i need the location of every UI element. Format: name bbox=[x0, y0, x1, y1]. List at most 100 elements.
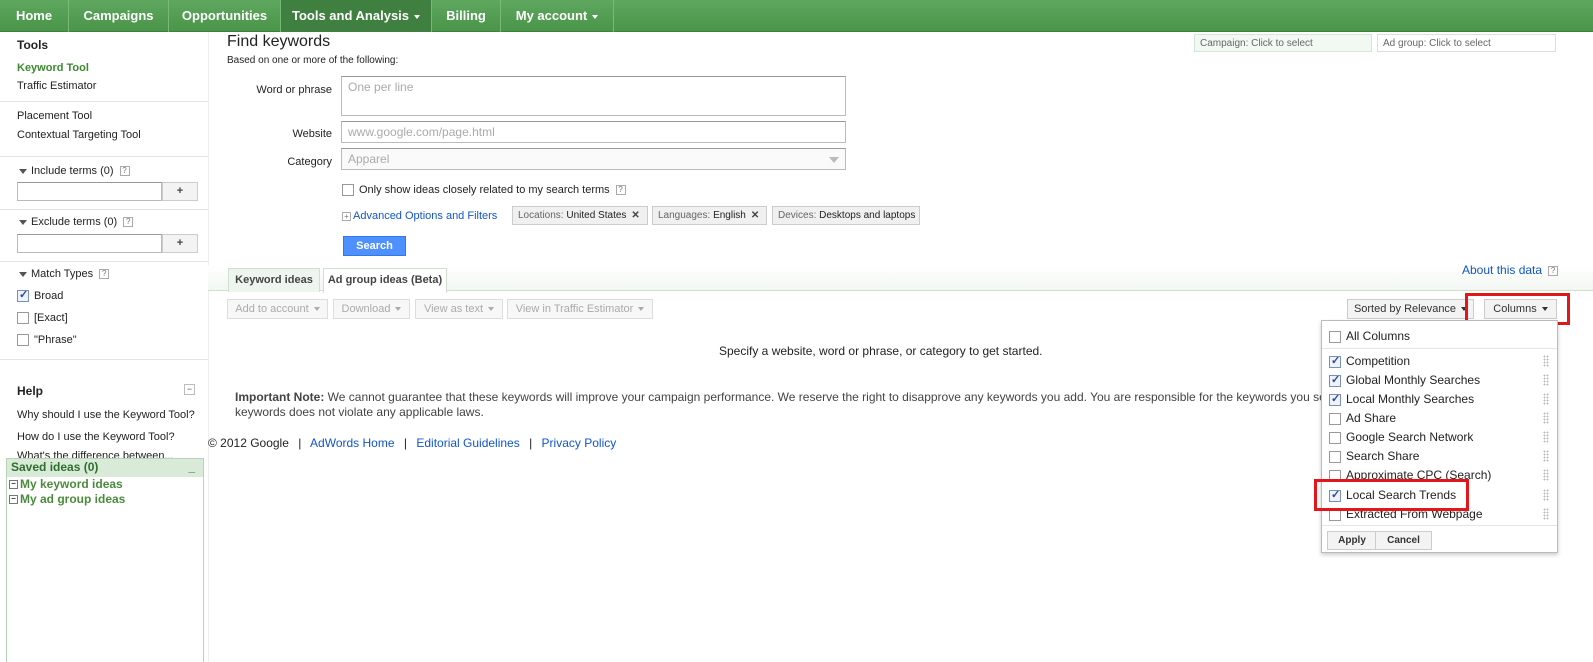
about-label: About this data bbox=[1462, 263, 1543, 277]
button-label: Download bbox=[341, 303, 391, 315]
drag-handle-icon[interactable] bbox=[1543, 450, 1549, 462]
checkbox[interactable] bbox=[1329, 412, 1341, 425]
saved-item-label: My ad group ideas bbox=[20, 492, 126, 506]
help-link[interactable]: Why should I use the Keyword Tool? bbox=[17, 409, 195, 421]
help-icon[interactable]: ? bbox=[99, 269, 110, 280]
checkbox[interactable] bbox=[342, 184, 354, 197]
checkbox-checked[interactable] bbox=[1329, 392, 1341, 406]
category-label: Category bbox=[287, 156, 332, 168]
adgroup-selector[interactable]: Ad group: Click to select bbox=[1377, 34, 1556, 52]
campaign-selector[interactable]: Campaign: Click to select bbox=[1194, 34, 1372, 52]
cancel-button[interactable]: Cancel bbox=[1375, 531, 1432, 550]
sidebar: Tools Keyword Tool Traffic Estimator Pla… bbox=[0, 32, 208, 662]
nav-home[interactable]: Home bbox=[0, 0, 69, 32]
exclude-terms-toggle[interactable]: Exclude terms (0)? bbox=[19, 216, 134, 228]
about-this-data-link[interactable]: About this data? bbox=[1462, 263, 1559, 277]
divider bbox=[0, 209, 208, 210]
drag-handle-icon[interactable] bbox=[1543, 431, 1549, 443]
checkbox[interactable] bbox=[1329, 330, 1341, 343]
drag-handle-icon[interactable] bbox=[1543, 393, 1549, 405]
exclude-terms-add-button[interactable]: + bbox=[162, 234, 198, 253]
language-filter[interactable]: Languages: English ✕ bbox=[652, 206, 767, 225]
drag-handle-icon[interactable] bbox=[1543, 489, 1549, 501]
location-filter[interactable]: Locations: United States ✕ bbox=[512, 206, 648, 225]
column-option-all[interactable]: All Columns bbox=[1329, 329, 1410, 343]
match-types-toggle[interactable]: Match Types? bbox=[19, 268, 110, 280]
view-in-traffic-estimator-button[interactable]: View in Traffic Estimator bbox=[507, 299, 653, 319]
match-exact[interactable]: [Exact] bbox=[17, 312, 68, 325]
nav-opportunities[interactable]: Opportunities bbox=[169, 0, 281, 32]
help-icon[interactable]: ? bbox=[123, 217, 134, 228]
footer-link-adwords-home[interactable]: AdWords Home bbox=[310, 436, 394, 450]
column-option-competition[interactable]: Competition bbox=[1329, 354, 1410, 368]
collapse-icon[interactable]: − bbox=[9, 480, 18, 490]
advanced-options-toggle[interactable]: + Advanced Options and Filters bbox=[342, 210, 497, 222]
word-phrase-input[interactable]: One per line bbox=[341, 76, 846, 116]
nav-billing[interactable]: Billing bbox=[432, 0, 501, 32]
checkbox[interactable] bbox=[1329, 431, 1341, 444]
checkbox[interactable] bbox=[1329, 450, 1341, 463]
close-icon[interactable]: ✕ bbox=[751, 210, 759, 221]
view-as-text-button[interactable]: View as text bbox=[415, 299, 503, 319]
include-terms-toggle[interactable]: Include terms (0)? bbox=[19, 165, 130, 177]
tab-ad-group-ideas[interactable]: Ad group ideas (Beta) bbox=[323, 268, 447, 293]
tab-keyword-ideas[interactable]: Keyword ideas bbox=[228, 268, 320, 292]
column-option-search-share[interactable]: Search Share bbox=[1329, 449, 1419, 463]
include-terms-input[interactable] bbox=[17, 182, 162, 201]
collapse-icon[interactable]: − bbox=[9, 495, 18, 505]
saved-item-ad-group-ideas[interactable]: − My ad group ideas bbox=[7, 492, 203, 507]
drag-handle-icon[interactable] bbox=[1543, 508, 1549, 520]
match-phrase[interactable]: "Phrase" bbox=[17, 334, 77, 347]
button-label: View as text bbox=[423, 303, 484, 315]
minimize-icon[interactable]: _ bbox=[188, 460, 195, 474]
help-collapse-button[interactable]: − bbox=[184, 384, 195, 395]
checkbox-checked[interactable] bbox=[1329, 354, 1341, 368]
column-option-global-monthly[interactable]: Global Monthly Searches bbox=[1329, 373, 1480, 387]
help-link[interactable]: What's the difference between... bbox=[17, 450, 174, 458]
column-option-label: Google Search Network bbox=[1346, 430, 1474, 444]
column-option-local-monthly[interactable]: Local Monthly Searches bbox=[1329, 392, 1474, 406]
footer-link-privacy-policy[interactable]: Privacy Policy bbox=[542, 436, 617, 450]
drag-handle-icon[interactable] bbox=[1543, 469, 1549, 481]
help-icon[interactable]: ? bbox=[615, 185, 626, 196]
include-terms-add-button[interactable]: + bbox=[162, 182, 198, 201]
column-option-label: All Columns bbox=[1346, 329, 1411, 343]
sort-button[interactable]: Sorted by Relevance bbox=[1347, 299, 1474, 319]
checkbox-checked[interactable] bbox=[1329, 373, 1341, 387]
column-option-ad-share[interactable]: Ad Share bbox=[1329, 411, 1396, 425]
search-button[interactable]: Search bbox=[343, 236, 406, 256]
footer: © 2012 Google | AdWords Home | Editorial… bbox=[208, 436, 616, 450]
exclude-terms-input[interactable] bbox=[17, 234, 162, 253]
help-link[interactable]: How do I use the Keyword Tool? bbox=[17, 431, 175, 443]
only-show-option[interactable]: Only show ideas closely related to my se… bbox=[342, 184, 626, 197]
drag-handle-icon[interactable] bbox=[1543, 412, 1549, 424]
nav-campaigns[interactable]: Campaigns bbox=[69, 0, 169, 32]
checkbox[interactable] bbox=[17, 312, 29, 325]
checkbox[interactable] bbox=[17, 334, 29, 347]
close-icon[interactable]: ✕ bbox=[631, 210, 639, 221]
sidebar-item-placement-tool[interactable]: Placement Tool bbox=[17, 110, 92, 122]
nav-my-account[interactable]: My account bbox=[501, 0, 614, 32]
drag-handle-icon[interactable] bbox=[1543, 355, 1549, 367]
device-filter[interactable]: Devices: Desktops and laptops bbox=[772, 206, 920, 225]
sidebar-item-traffic-estimator[interactable]: Traffic Estimator bbox=[17, 80, 96, 92]
website-input[interactable]: www.google.com/page.html bbox=[341, 121, 846, 143]
add-to-account-button[interactable]: Add to account bbox=[227, 299, 328, 319]
checkbox-checked[interactable] bbox=[17, 288, 29, 303]
help-icon[interactable]: ? bbox=[1548, 265, 1559, 276]
help-icon[interactable]: ? bbox=[119, 166, 130, 177]
help-title: Help bbox=[17, 384, 44, 398]
advanced-options-link[interactable]: Advanced Options and Filters bbox=[353, 210, 497, 222]
download-button[interactable]: Download bbox=[333, 299, 410, 319]
saved-item-keyword-ideas[interactable]: − My keyword ideas bbox=[7, 477, 203, 492]
footer-link-editorial-guidelines[interactable]: Editorial Guidelines bbox=[416, 436, 519, 450]
drag-handle-icon[interactable] bbox=[1543, 374, 1549, 386]
sidebar-item-contextual-targeting-tool[interactable]: Contextual Targeting Tool bbox=[17, 129, 141, 141]
sidebar-item-keyword-tool[interactable]: Keyword Tool bbox=[17, 62, 89, 74]
apply-button[interactable]: Apply bbox=[1327, 531, 1377, 550]
column-option-google-search-network[interactable]: Google Search Network bbox=[1329, 430, 1473, 444]
match-broad[interactable]: Broad bbox=[17, 288, 63, 303]
category-select[interactable]: Apparel bbox=[341, 148, 846, 170]
note-title: Important Note: bbox=[235, 390, 325, 404]
nav-tools-and-analysis[interactable]: Tools and Analysis bbox=[281, 0, 432, 32]
